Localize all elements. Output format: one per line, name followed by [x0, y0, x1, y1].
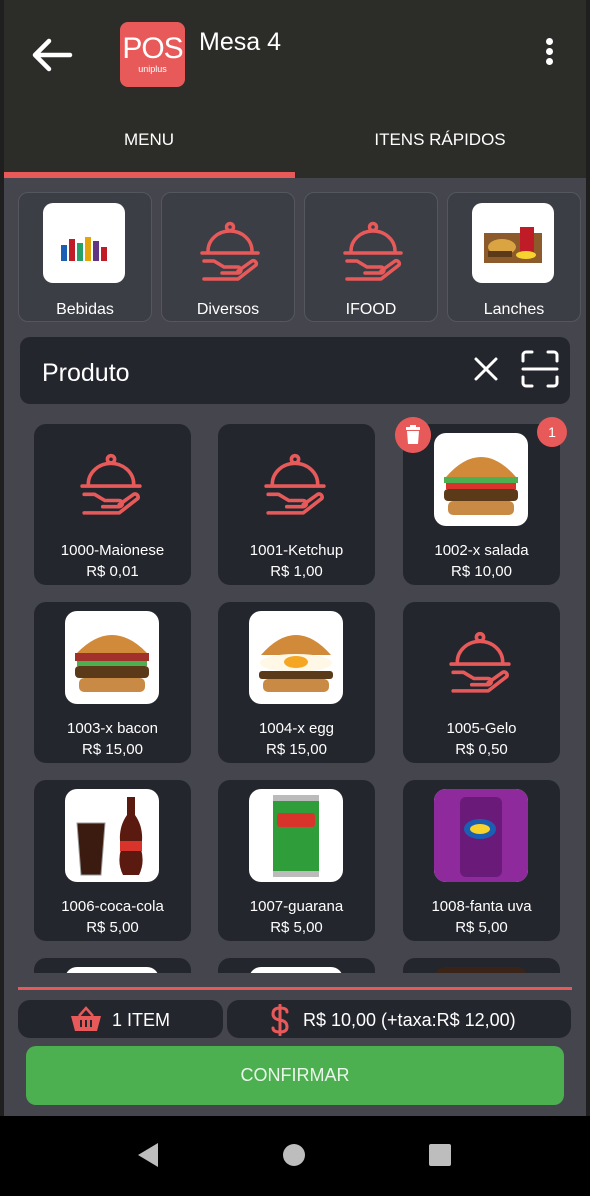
lanches-image [472, 203, 554, 283]
clear-icon[interactable] [472, 355, 500, 383]
product-card-partial[interactable] [218, 958, 375, 973]
product-name: 1002-x salada [434, 542, 529, 559]
quantity-badge: 1 [537, 417, 567, 447]
tab-itens-rapidos[interactable]: ITENS RÁPIDOS [294, 130, 586, 150]
product-card-x-bacon[interactable]: 1003-x bacon R$ 15,00 [34, 602, 191, 763]
guarana-image [249, 789, 343, 882]
category-label: Diversos [196, 301, 260, 318]
x-egg-image [249, 611, 343, 704]
product-image [434, 967, 528, 973]
bebidas-image [43, 203, 125, 283]
remove-item-trash-icon[interactable] [395, 417, 431, 453]
product-price: R$ 5,00 [270, 919, 323, 936]
basket-icon [71, 1006, 101, 1031]
product-price: R$ 1,00 [270, 563, 323, 580]
product-price: R$ 15,00 [266, 741, 327, 758]
product-name: 1008-fanta uva [431, 898, 532, 915]
dollar-icon [271, 1004, 289, 1036]
product-card-ketchup[interactable]: 1001-Ketchup R$ 1,00 [218, 424, 375, 585]
confirm-button[interactable]: CONFIRMAR [26, 1046, 564, 1105]
items-count-label: 1 ITEM [112, 1010, 171, 1030]
more-options-icon[interactable] [534, 38, 564, 74]
category-label: IFOOD [345, 301, 397, 318]
product-price: R$ 5,00 [86, 919, 139, 936]
product-price: R$ 0,50 [455, 741, 508, 758]
back-arrow-icon[interactable] [26, 30, 76, 80]
search-input[interactable]: Produto [42, 359, 130, 388]
product-name: 1004-x egg [258, 720, 335, 737]
product-card-maionese[interactable]: 1000-Maionese R$ 0,01 [34, 424, 191, 585]
product-card-partial[interactable] [403, 958, 560, 973]
system-nav-bar [0, 1116, 590, 1196]
home-nav-icon[interactable] [282, 1143, 306, 1167]
product-name: 1000-Maionese [60, 542, 165, 559]
total-label: R$ 10,00 (+taxa:R$ 12,00) [303, 1010, 516, 1030]
total-chip[interactable]: R$ 10,00 (+taxa:R$ 12,00) [227, 1000, 571, 1038]
page-title: Mesa 4 [199, 28, 281, 56]
recents-nav-icon[interactable] [428, 1143, 452, 1167]
product-image [65, 967, 159, 973]
tab-bar: MENU ITENS RÁPIDOS [4, 100, 586, 178]
cloche-icon [200, 221, 260, 281]
category-label: Bebidas [56, 301, 114, 318]
logo-text: POS [122, 32, 183, 65]
product-card-x-salada[interactable]: 1002-x salada R$ 10,00 [403, 424, 560, 585]
logo-subtext: uniplus [138, 64, 167, 74]
barcode-scan-icon[interactable] [520, 349, 560, 389]
active-tab-indicator [4, 172, 295, 178]
category-label: Lanches [483, 301, 545, 318]
cloche-icon [449, 631, 511, 693]
footer-divider [18, 987, 572, 990]
app-bar: POS uniplus Mesa 4 [4, 0, 586, 100]
fanta-uva-image [434, 789, 528, 882]
tab-menu[interactable]: MENU [4, 130, 294, 150]
product-price: R$ 10,00 [451, 563, 512, 580]
items-count-chip[interactable]: 1 ITEM [18, 1000, 223, 1038]
product-card-gelo[interactable]: 1005-Gelo R$ 0,50 [403, 602, 560, 763]
x-salada-image [434, 433, 528, 526]
product-price: R$ 15,00 [82, 741, 143, 758]
cloche-icon [80, 453, 142, 515]
product-name: 1001-Ketchup [249, 542, 344, 559]
product-name: 1005-Gelo [446, 720, 517, 737]
category-bebidas[interactable]: Bebidas [18, 192, 152, 322]
product-price: R$ 5,00 [455, 919, 508, 936]
cloche-icon [343, 221, 403, 281]
category-lanches[interactable]: Lanches [447, 192, 581, 322]
product-grid: 1000-Maionese R$ 0,01 1001-Ketchup R$ 1,… [4, 420, 586, 973]
product-card-fanta-uva[interactable]: 1008-fanta uva R$ 5,00 [403, 780, 560, 941]
product-price: R$ 0,01 [86, 563, 139, 580]
product-image [249, 967, 343, 973]
product-name: 1006-coca-cola [61, 898, 164, 915]
coca-cola-image [65, 789, 159, 882]
product-name: 1003-x bacon [67, 720, 158, 737]
app-logo: POS uniplus [120, 22, 185, 87]
product-name: 1007-guarana [249, 898, 344, 915]
product-card-guarana[interactable]: 1007-guarana R$ 5,00 [218, 780, 375, 941]
app-screen: POS uniplus Mesa 4 MENU ITENS RÁPIDOS Be… [4, 0, 586, 1116]
category-diversos[interactable]: Diversos [161, 192, 295, 322]
category-strip: Bebidas Diversos IFOOD Lanches [4, 190, 586, 324]
product-card-coca-cola[interactable]: 1006-coca-cola R$ 5,00 [34, 780, 191, 941]
category-ifood[interactable]: IFOOD [304, 192, 438, 322]
back-nav-icon[interactable] [136, 1142, 160, 1168]
x-bacon-image [65, 611, 159, 704]
product-card-partial[interactable] [34, 958, 191, 973]
search-bar[interactable]: Produto [20, 337, 570, 404]
cloche-icon [264, 453, 326, 515]
product-card-x-egg[interactable]: 1004-x egg R$ 15,00 [218, 602, 375, 763]
